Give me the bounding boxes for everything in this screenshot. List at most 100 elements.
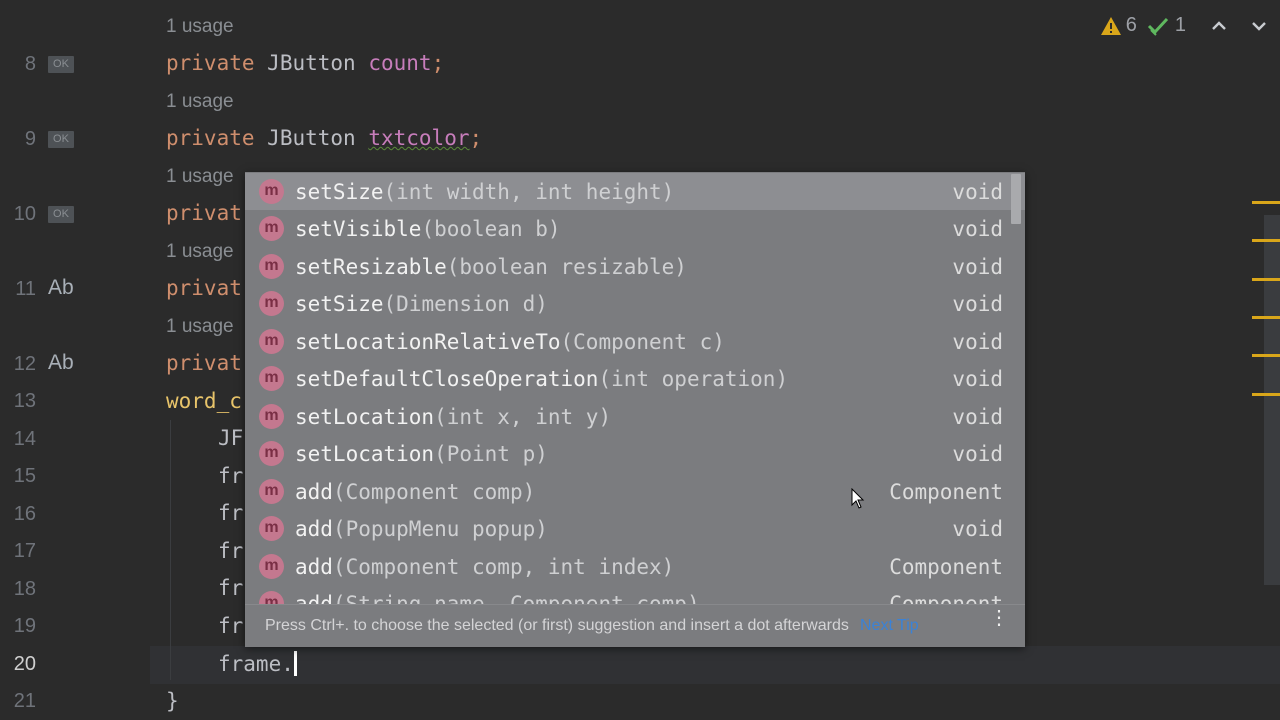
method-icon: m — [259, 404, 284, 429]
method-signature: add(Component comp, int index) — [295, 555, 674, 579]
completion-item[interactable]: m setLocationRelativeTo(Component c) voi… — [245, 323, 1025, 360]
code-line-13[interactable]: word_c — [166, 389, 242, 413]
completion-item[interactable]: m add(PopupMenu popup) void — [245, 510, 1025, 547]
method-icon: m — [259, 591, 284, 604]
code-line-21[interactable]: } — [166, 689, 179, 713]
code-line-8[interactable]: private JButton count; — [166, 51, 444, 75]
return-type: Component — [889, 554, 1003, 579]
next-tip-link[interactable]: Next Tip — [860, 617, 919, 635]
usage-hint[interactable]: 1 usage — [166, 241, 234, 263]
completion-item-selected[interactable]: m setSize(int width, int height) void — [245, 173, 1025, 210]
usage-hint[interactable]: 1 usage — [166, 316, 234, 338]
method-name: add — [295, 516, 333, 541]
usage-hint[interactable]: 1 usage — [166, 166, 234, 188]
completion-item[interactable]: m setDefaultCloseOperation(int operation… — [245, 360, 1025, 397]
mouse-pointer-icon — [851, 488, 865, 509]
completion-item[interactable]: m setVisible(boolean b) void — [245, 210, 1025, 247]
method-params: (Component comp) — [332, 479, 536, 504]
ab-badge: Ab — [48, 351, 74, 374]
next-highlight-button[interactable] — [1250, 17, 1268, 35]
code-line-16[interactable]: fr — [218, 501, 243, 525]
method-params: (PopupMenu popup) — [332, 516, 548, 541]
method-icon: m — [259, 216, 284, 241]
warning-stripe-mark[interactable] — [1252, 239, 1280, 242]
method-signature: setLocation(Point p) — [295, 442, 548, 466]
method-params: (String name, Component comp) — [332, 591, 700, 605]
ok-badge: OK — [48, 56, 74, 73]
previous-highlight-button[interactable] — [1210, 17, 1228, 35]
warnings-indicator[interactable]: 6 — [1100, 14, 1137, 37]
usage-hint[interactable]: 1 usage — [166, 16, 234, 38]
warning-stripe-mark[interactable] — [1252, 316, 1280, 319]
warning-icon — [1100, 16, 1121, 35]
return-type: void — [952, 179, 1003, 204]
inspection-indicators: 6 1 — [1100, 14, 1268, 37]
completion-item[interactable]: m setLocation(int x, int y) void — [245, 398, 1025, 435]
warning-stripe-mark[interactable] — [1252, 393, 1280, 396]
line-number-current: 20 — [13, 653, 36, 675]
type-name: JButton — [267, 51, 356, 75]
return-type: Component — [889, 479, 1003, 504]
line-number: 21 — [13, 690, 36, 712]
return-type: Component — [889, 591, 1003, 605]
method-signature: setResizable(boolean resizable) — [295, 255, 687, 279]
code-line-17[interactable]: fr — [218, 539, 243, 563]
method-name: setSize — [295, 291, 384, 316]
warning-stripe-mark[interactable] — [1252, 354, 1280, 357]
method-signature: setSize(int width, int height) — [295, 180, 674, 204]
method-name: setDefaultCloseOperation — [295, 366, 599, 391]
method-params: (int width, int height) — [383, 179, 675, 204]
return-type: void — [952, 441, 1003, 466]
type-name: JButton — [267, 126, 356, 150]
completion-item[interactable]: m add(Component comp, int index) Compone… — [245, 548, 1025, 585]
method-params: (Dimension d) — [383, 291, 548, 316]
warning-stripe-mark[interactable] — [1252, 201, 1280, 204]
line-number: 19 — [13, 615, 36, 637]
more-options-icon[interactable]: ⋮ — [989, 608, 1009, 628]
return-type: void — [952, 329, 1003, 354]
warning-stripe-mark[interactable] — [1252, 278, 1280, 281]
chevron-up-icon — [1212, 20, 1226, 30]
method-signature: setSize(Dimension d) — [295, 292, 548, 316]
field-name: count — [368, 51, 432, 75]
code-line-19[interactable]: fr — [218, 614, 243, 638]
completion-list[interactable]: m setSize(int width, int height) void m … — [245, 172, 1025, 604]
method-icon: m — [259, 479, 284, 504]
method-icon: m — [259, 254, 284, 279]
code-line-20[interactable]: frame. — [218, 651, 297, 676]
warnings-count: 6 — [1125, 14, 1137, 36]
method-signature: add(PopupMenu popup) — [295, 517, 548, 541]
method-name: setResizable — [295, 254, 447, 279]
method-params: (int operation) — [598, 366, 789, 391]
code-line-10[interactable]: privat — [166, 201, 242, 225]
ok-badge: OK — [48, 206, 74, 223]
completion-item[interactable]: m setLocation(Point p) void — [245, 435, 1025, 472]
line-number: 11 — [15, 278, 36, 300]
chevron-down-icon — [1252, 21, 1266, 31]
editor-scrollbar[interactable] — [1264, 215, 1280, 585]
code-line-14[interactable]: JF — [218, 426, 243, 450]
completion-scrollbar-thumb[interactable] — [1011, 174, 1021, 224]
method-name: setVisible — [295, 216, 422, 241]
completion-item[interactable]: m add(String name, Component comp) Compo… — [245, 585, 1025, 604]
method-name: add — [295, 591, 333, 605]
code-line-18[interactable]: fr — [218, 576, 243, 600]
completion-item[interactable]: m setSize(Dimension d) void — [245, 285, 1025, 322]
method-name: setSize — [295, 179, 384, 204]
return-type: void — [952, 291, 1003, 316]
checks-indicator[interactable]: 1 — [1147, 14, 1186, 37]
method-params: (boolean resizable) — [446, 254, 687, 279]
code-line-12[interactable]: privat — [166, 351, 242, 375]
code-line-9[interactable]: private JButton txtcolor; — [166, 126, 482, 150]
code-line-11[interactable]: privat — [166, 276, 242, 300]
line-number: 9 — [24, 128, 36, 150]
usage-hint[interactable]: 1 usage — [166, 91, 234, 113]
method-params: (boolean b) — [421, 216, 561, 241]
ok-badge: OK — [48, 131, 74, 148]
completion-item[interactable]: m add(Component comp) Component — [245, 473, 1025, 510]
completion-footer: Press Ctrl+. to choose the selected (or … — [245, 604, 1025, 648]
code-line-15[interactable]: fr — [218, 464, 243, 488]
method-name: setLocationRelativeTo — [295, 329, 561, 354]
completion-item[interactable]: m setResizable(boolean resizable) void — [245, 248, 1025, 285]
checks-count: 1 — [1174, 14, 1186, 36]
